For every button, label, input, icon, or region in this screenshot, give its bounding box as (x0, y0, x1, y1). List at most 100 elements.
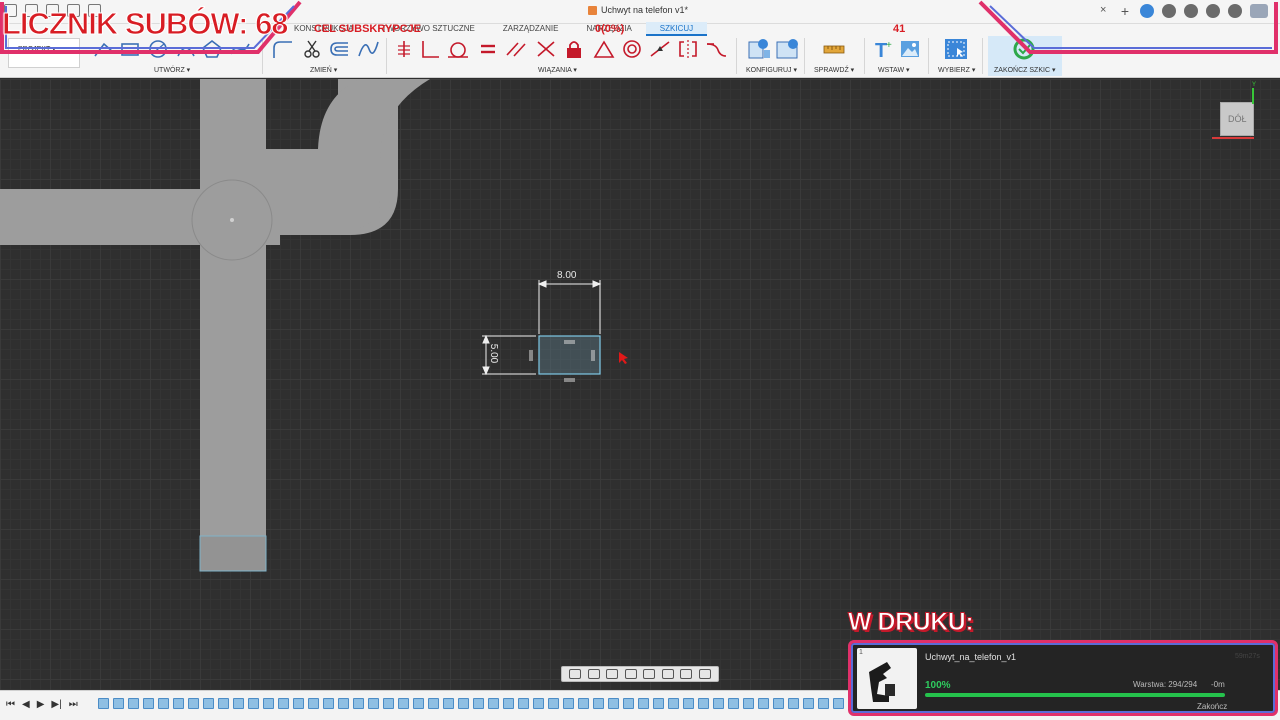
online-status-icon[interactable] (1184, 4, 1198, 18)
timeline-feature-icon[interactable] (443, 698, 454, 709)
measure-icon[interactable] (822, 38, 846, 60)
timeline-feature-icon[interactable] (608, 698, 619, 709)
timeline-feature-icon[interactable] (653, 698, 664, 709)
create-group-label[interactable]: UTWÓRZ ▾ (154, 66, 190, 74)
timeline-feature-icon[interactable] (548, 698, 559, 709)
timeline-feature-icon[interactable] (728, 698, 739, 709)
select-icon[interactable] (944, 38, 968, 60)
timeline-feature-icon[interactable] (668, 698, 679, 709)
look-at-icon[interactable] (587, 669, 600, 679)
timeline-feature-icon[interactable] (788, 698, 799, 709)
timeline-feature-icon[interactable] (233, 698, 244, 709)
insert-text-icon[interactable]: T+ (872, 38, 896, 60)
play-icon[interactable]: ▶ (37, 699, 45, 710)
help-icon[interactable] (1228, 4, 1242, 18)
timeline-feature-icon[interactable] (773, 698, 784, 709)
sketch-rectangle[interactable] (529, 335, 601, 382)
go-to-start-icon[interactable]: ⏮ (6, 699, 15, 710)
finish-sketch-icon[interactable] (1012, 38, 1036, 60)
timeline-feature-icon[interactable] (578, 698, 589, 709)
timeline-feature-icon[interactable] (203, 698, 214, 709)
tangent-constraint-icon[interactable] (446, 38, 470, 60)
trim-scissors-icon[interactable] (300, 38, 324, 60)
new-tab-icon[interactable]: + (1118, 4, 1132, 18)
grid-settings-icon[interactable] (680, 669, 693, 679)
concentric-constraint-icon[interactable] (620, 38, 644, 60)
print-finish-button[interactable]: Zakończ (1197, 702, 1227, 711)
display-settings-icon[interactable] (661, 669, 674, 679)
configure-group-label[interactable]: KONFIGURUJ ▾ (746, 66, 797, 74)
zoom-icon[interactable] (624, 669, 637, 679)
timeline-feature-icon[interactable] (758, 698, 769, 709)
parameters-icon[interactable] (746, 38, 772, 60)
timeline-feature-icon[interactable] (803, 698, 814, 709)
design-canvas[interactable]: 8.00 5.00 (0, 79, 1280, 690)
timeline-feature-icon[interactable] (593, 698, 604, 709)
inspect-group-label[interactable]: SPRAWDŹ ▾ (814, 66, 854, 74)
fit-view-icon[interactable] (643, 669, 656, 679)
timeline-feature-icon[interactable] (188, 698, 199, 709)
height-dimension[interactable]: 5.00 (488, 344, 499, 363)
job-status-icon[interactable] (1162, 4, 1176, 18)
timeline-feature-icon[interactable] (563, 698, 574, 709)
timeline-feature-icon[interactable] (488, 698, 499, 709)
timeline-feature-icon[interactable] (743, 698, 754, 709)
timeline-feature-icon[interactable] (683, 698, 694, 709)
timeline-feature-icon[interactable] (113, 698, 124, 709)
equal-constraint-icon[interactable] (476, 38, 500, 60)
step-back-icon[interactable]: ◀ (22, 699, 30, 710)
timeline-feature-icon[interactable] (338, 698, 349, 709)
workspace-switcher[interactable] (8, 38, 80, 68)
coincident-constraint-icon[interactable] (534, 38, 558, 60)
timeline-feature-icon[interactable] (263, 698, 274, 709)
timeline-feature-icon[interactable] (128, 698, 139, 709)
finish-sketch-label[interactable]: ZAKOŃCZ SZKIC ▾ (994, 66, 1055, 74)
timeline-feature-icon[interactable] (368, 698, 379, 709)
notifications-icon[interactable] (1206, 4, 1220, 18)
timeline-feature-icon[interactable] (473, 698, 484, 709)
triangle-constraint-icon[interactable] (592, 38, 616, 60)
offset-tool-icon[interactable] (328, 38, 352, 60)
timeline-feature-icon[interactable] (503, 698, 514, 709)
timeline-feature-icon[interactable] (398, 698, 409, 709)
timeline-feature-icon[interactable] (308, 698, 319, 709)
timeline-feature-icon[interactable] (833, 698, 844, 709)
perpendicular-constraint-icon[interactable] (418, 38, 442, 60)
timeline-feature-icon[interactable] (638, 698, 649, 709)
midpoint-constraint-icon[interactable] (648, 38, 672, 60)
timeline-feature-icon[interactable] (158, 698, 169, 709)
parallel-constraint-icon[interactable] (504, 38, 528, 60)
timeline-feature-icon[interactable] (218, 698, 229, 709)
avatar[interactable] (1250, 4, 1268, 18)
timeline-feature-icon[interactable] (353, 698, 364, 709)
configure-table-icon[interactable] (774, 38, 800, 60)
timeline-feature-icon[interactable] (623, 698, 634, 709)
timeline-feature-icon[interactable] (323, 698, 334, 709)
timeline-feature-icon[interactable] (413, 698, 424, 709)
tab-sketch[interactable]: SZKICUJ (645, 22, 708, 36)
fix-constraint-icon[interactable] (392, 38, 416, 60)
select-group-label[interactable]: WYBIERZ ▾ (938, 66, 975, 74)
timeline-feature-icon[interactable] (428, 698, 439, 709)
timeline-feature-icon[interactable] (248, 698, 259, 709)
tab-manage[interactable]: ZARZĄDZANIE (489, 22, 573, 36)
close-document-button[interactable]: × (1100, 4, 1106, 16)
timeline-feature-icon[interactable] (458, 698, 469, 709)
insert-group-label[interactable]: WSTAW ▾ (878, 66, 910, 74)
go-to-end-icon[interactable]: ⏭ (69, 699, 78, 710)
pan-hand-icon[interactable] (606, 669, 619, 679)
modify-group-label[interactable]: ZMIEŃ ▾ (310, 66, 337, 74)
timeline-feature-icon[interactable] (293, 698, 304, 709)
insert-image-icon[interactable] (898, 38, 922, 60)
timeline-feature-icon[interactable] (698, 698, 709, 709)
timeline-feature-icon[interactable] (278, 698, 289, 709)
viewports-icon[interactable] (698, 669, 711, 679)
timeline-feature-icon[interactable] (98, 698, 109, 709)
timeline-feature-icon[interactable] (518, 698, 529, 709)
orbit-icon[interactable] (569, 669, 582, 679)
lock-constraint-icon[interactable] (562, 38, 586, 60)
width-dimension[interactable]: 8.00 (557, 270, 576, 281)
timeline-feature-icon[interactable] (713, 698, 724, 709)
timeline-feature-icon[interactable] (143, 698, 154, 709)
timeline-feature-icon[interactable] (383, 698, 394, 709)
